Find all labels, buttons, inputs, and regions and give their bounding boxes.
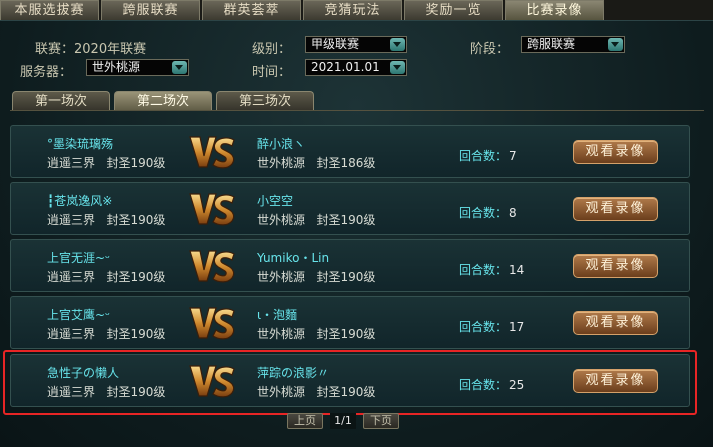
- player1-info: 逍遥三界 封圣190级: [47, 213, 166, 227]
- player1-name: 上官无涯~ᵕ: [47, 251, 111, 265]
- player2-info: 世外桃源 封圣186级: [257, 156, 376, 170]
- vs-icon: [189, 307, 235, 340]
- player1-name: °墨染琉璃殇: [47, 137, 114, 151]
- player2-name: Yumiko・Lin: [257, 251, 330, 265]
- tab-round-2[interactable]: 第二场次: [114, 91, 212, 111]
- prev-page-button[interactable]: 上页: [287, 413, 323, 429]
- league-label: 联赛：2020年联赛: [35, 42, 147, 57]
- level-select-value: 甲级联赛: [311, 37, 360, 51]
- vs-icon: [189, 193, 235, 226]
- match-row: 上官无涯~ᵕ 逍遥三界 封圣190级 Yumiko・Lin 世外桃源 封圣190…: [10, 239, 690, 292]
- tab-betting[interactable]: 竞猜玩法: [303, 0, 402, 20]
- rounds-count: 回合数： 8: [459, 206, 517, 220]
- level-select[interactable]: 甲级联赛: [305, 36, 407, 53]
- player2-info: 世外桃源 封圣190级: [257, 327, 376, 341]
- watch-replay-button[interactable]: 观看录像: [573, 254, 658, 278]
- stage-select-value: 跨服联赛: [527, 37, 576, 51]
- level-label: 级别：: [252, 42, 292, 57]
- tab-heroes-gathering[interactable]: 群英荟萃: [202, 0, 301, 20]
- player1-info: 逍遥三界 封圣190级: [47, 327, 166, 341]
- selection-highlight-box: [3, 350, 697, 415]
- match-row: ┇苍岚逸风※ 逍遥三界 封圣190级 小空空 世外桃源 封圣190级 回合数： 8…: [10, 182, 690, 235]
- match-row: 上官艾鹰~ᵕ 逍遥三界 封圣190级 ι・泡麵 世外桃源 封圣190级 回合数：…: [10, 296, 690, 349]
- tab-local-selection[interactable]: 本服选拔赛: [0, 0, 99, 20]
- player1-name: 上官艾鹰~ᵕ: [47, 308, 111, 322]
- chevron-down-icon[interactable]: [390, 61, 405, 74]
- rounds-count: 回合数： 7: [459, 149, 517, 163]
- tab-cross-server-league[interactable]: 跨服联赛: [101, 0, 200, 20]
- watch-replay-button[interactable]: 观看录像: [573, 311, 658, 335]
- player2-info: 世外桃源 封圣190级: [257, 213, 376, 227]
- player1-name: ┇苍岚逸风※: [47, 194, 113, 208]
- match-row: °墨染琉璃殇 逍遥三界 封圣190级 醉小浪ヽ 世外桃源 封圣186级 回合数：…: [10, 125, 690, 178]
- player1-info: 逍遥三界 封圣190级: [47, 270, 166, 284]
- main-panel: 联赛：2020年联赛 级别： 甲级联赛 阶段： 跨服联赛 服务器： 世外桃源 时…: [0, 20, 713, 447]
- tab-round-1[interactable]: 第一场次: [12, 91, 110, 111]
- next-page-button[interactable]: 下页: [363, 413, 399, 429]
- page-indicator: 1/1: [330, 413, 356, 429]
- top-tab-bar: 本服选拔赛 跨服联赛 群英荟萃 竞猜玩法 奖励一览 比赛录像: [0, 0, 713, 20]
- chevron-down-icon[interactable]: [608, 38, 623, 51]
- server-select-value: 世外桃源: [92, 60, 141, 74]
- player2-name: 醉小浪ヽ: [257, 137, 306, 151]
- player2-name: ι・泡麵: [257, 308, 298, 322]
- tab-rewards[interactable]: 奖励一览: [404, 0, 503, 20]
- player2-name: 小空空: [257, 194, 294, 208]
- rounds-count: 回合数： 14: [459, 263, 525, 277]
- vs-icon: [189, 136, 235, 169]
- chevron-down-icon[interactable]: [390, 38, 405, 51]
- vs-icon: [189, 250, 235, 283]
- tab-match-replays[interactable]: 比赛录像: [505, 0, 604, 20]
- stage-select[interactable]: 跨服联赛: [521, 36, 625, 53]
- chevron-down-icon[interactable]: [172, 61, 187, 74]
- server-select[interactable]: 世外桃源: [86, 59, 189, 76]
- player1-info: 逍遥三界 封圣190级: [47, 156, 166, 170]
- tab-round-3[interactable]: 第三场次: [216, 91, 314, 111]
- watch-replay-button[interactable]: 观看录像: [573, 197, 658, 221]
- watch-replay-button[interactable]: 观看录像: [573, 140, 658, 164]
- time-select-value: 2021.01.01: [311, 60, 380, 74]
- player2-info: 世外桃源 封圣190级: [257, 270, 376, 284]
- server-label: 服务器：: [20, 65, 73, 80]
- rounds-count: 回合数： 17: [459, 320, 525, 334]
- stage-label: 阶段：: [470, 42, 510, 57]
- time-label: 时间：: [252, 65, 292, 80]
- time-select[interactable]: 2021.01.01: [305, 59, 407, 76]
